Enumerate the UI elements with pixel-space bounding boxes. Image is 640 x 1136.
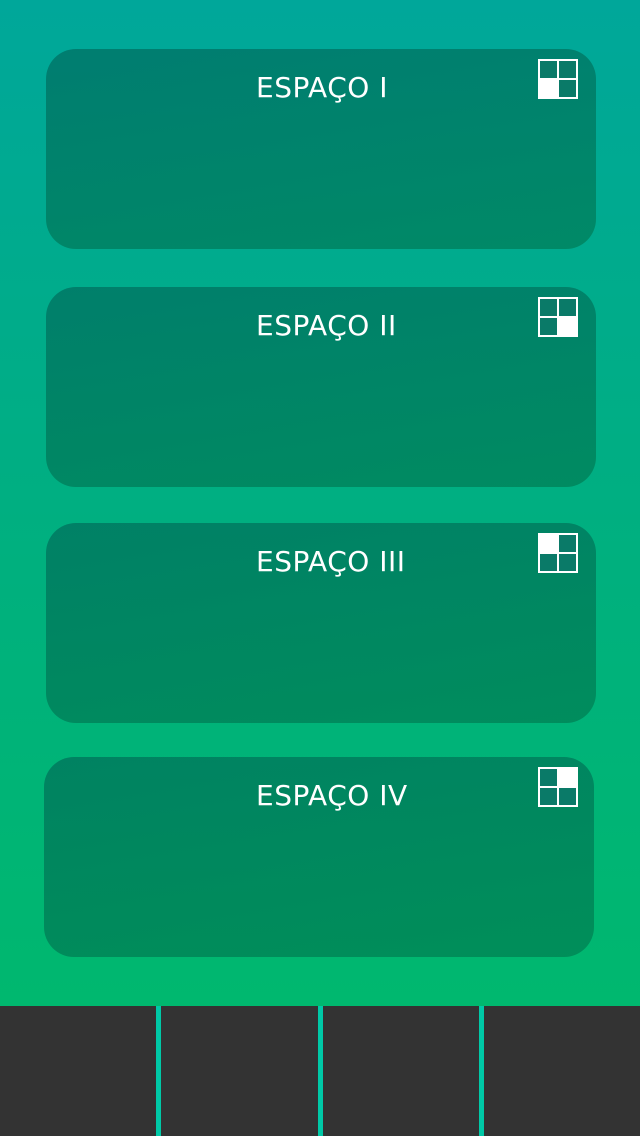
space-card-2[interactable]: ESPAÇO II — [46, 287, 596, 487]
space-card-4[interactable]: ESPAÇO IV — [44, 757, 594, 957]
grid-quadrant-bottom-right-icon[interactable] — [538, 297, 578, 337]
space-card-1[interactable]: ESPAÇO I — [46, 49, 596, 249]
grid-quadrant-bottom-left-icon[interactable] — [538, 59, 578, 99]
space-card-3[interactable]: ESPAÇO III — [46, 523, 596, 723]
space-title: ESPAÇO II — [256, 309, 397, 342]
tab-1[interactable] — [0, 1006, 157, 1136]
spaces-list: ESPAÇO I ESPAÇO II ESPAÇO III ESPAÇO IV — [0, 0, 640, 1006]
grid-quadrant-top-right-icon[interactable] — [538, 767, 578, 807]
space-title: ESPAÇO IV — [256, 779, 408, 812]
tab-4[interactable] — [483, 1006, 640, 1136]
space-title: ESPAÇO III — [256, 545, 406, 578]
grid-quadrant-top-left-icon[interactable] — [538, 533, 578, 573]
tab-2[interactable] — [161, 1006, 318, 1136]
space-title: ESPAÇO I — [256, 71, 388, 104]
tab-3[interactable] — [322, 1006, 479, 1136]
bottom-tab-bar — [0, 1006, 640, 1136]
